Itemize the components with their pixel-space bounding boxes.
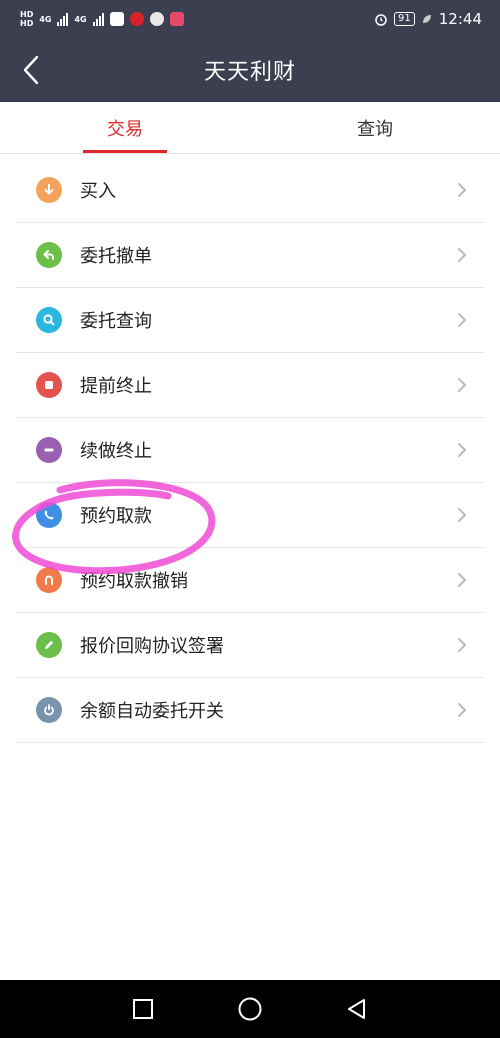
tab-trade[interactable]: 交易	[0, 102, 250, 153]
chevron-right-icon	[452, 180, 472, 200]
stop-icon	[36, 372, 62, 398]
menu-item-label: 续做终止	[80, 441, 152, 462]
chevron-right-icon	[452, 505, 472, 525]
menu-item-auto-order-switch[interactable]: 余额自动委托开关	[16, 678, 484, 743]
menu-item-label: 提前终止	[80, 376, 152, 397]
back-nav-button[interactable]	[342, 994, 372, 1024]
clock-time: 12:44	[438, 10, 482, 28]
chevron-right-icon	[452, 440, 472, 460]
app-notification-icon	[169, 12, 184, 26]
chevron-left-icon	[23, 55, 39, 85]
menu-item-order-query[interactable]: 委托查询	[16, 288, 484, 353]
chevron-right-icon	[452, 635, 472, 655]
tab-query[interactable]: 查询	[250, 102, 500, 153]
menu-list: 买入 委托撤单 委托查询 提前终止 续做终止 预约取款 预约取款撤销 报价回购协…	[0, 154, 500, 743]
menu-item-withdrawal-cancel[interactable]: 预约取款撤销	[16, 548, 484, 613]
app-notification-icon	[109, 12, 124, 26]
status-right: 91 12:44	[374, 10, 482, 28]
signal-icon	[57, 12, 69, 26]
wechat-icon	[149, 12, 164, 26]
chevron-right-icon	[452, 570, 472, 590]
system-nav-bar	[0, 980, 500, 1038]
chevron-right-icon	[452, 310, 472, 330]
minus-icon	[36, 437, 62, 463]
menu-item-repo-agreement[interactable]: 报价回购协议签署	[16, 613, 484, 678]
menu-item-label: 委托查询	[80, 311, 152, 332]
menu-item-buy[interactable]: 买入	[16, 158, 484, 223]
tab-bar: 交易 查询	[0, 102, 500, 154]
chevron-right-icon	[452, 375, 472, 395]
menu-item-label: 预约取款撤销	[80, 571, 188, 592]
recent-apps-button[interactable]	[128, 994, 158, 1024]
menu-item-label: 买入	[80, 181, 116, 202]
u-turn-icon	[36, 567, 62, 593]
search-icon	[36, 307, 62, 333]
app-header: 天天利财	[0, 38, 500, 102]
menu-item-scheduled-withdrawal[interactable]: 预约取款	[16, 483, 484, 548]
chevron-right-icon	[452, 245, 472, 265]
phone-icon	[36, 502, 62, 528]
menu-item-label: 预约取款	[80, 506, 152, 527]
network-type-1: 4G	[39, 14, 52, 24]
menu-item-renewal-termination[interactable]: 续做终止	[16, 418, 484, 483]
arrow-down-icon	[36, 177, 62, 203]
home-button[interactable]	[235, 994, 265, 1024]
square-icon	[133, 999, 154, 1019]
bank-app-icon	[129, 12, 144, 26]
triangle-back-icon	[347, 999, 365, 1019]
power-icon	[36, 697, 62, 723]
chevron-right-icon	[452, 700, 472, 720]
top-bar: HD HD 4G 4G 91 12:44 天天利财	[0, 0, 500, 102]
menu-item-label: 报价回购协议签署	[80, 636, 224, 657]
hd-indicator: HD HD	[20, 10, 34, 28]
pencil-icon	[36, 632, 62, 658]
page-title: 天天利财	[203, 60, 296, 85]
signal-icon	[92, 12, 104, 26]
menu-item-cancel-order[interactable]: 委托撤单	[16, 223, 484, 288]
status-bar: HD HD 4G 4G 91 12:44	[0, 0, 500, 38]
network-type-2: 4G	[74, 14, 87, 24]
back-button[interactable]	[16, 50, 46, 90]
leaf-icon	[422, 15, 431, 23]
menu-item-early-termination[interactable]: 提前终止	[16, 353, 484, 418]
status-left: HD HD 4G 4G	[20, 10, 184, 28]
undo-arrow-icon	[36, 242, 62, 268]
alarm-icon	[375, 14, 387, 26]
circle-icon	[238, 997, 262, 1021]
battery-indicator: 91	[394, 12, 415, 26]
menu-item-label: 委托撤单	[80, 246, 152, 267]
menu-item-label: 余额自动委托开关	[80, 701, 224, 722]
